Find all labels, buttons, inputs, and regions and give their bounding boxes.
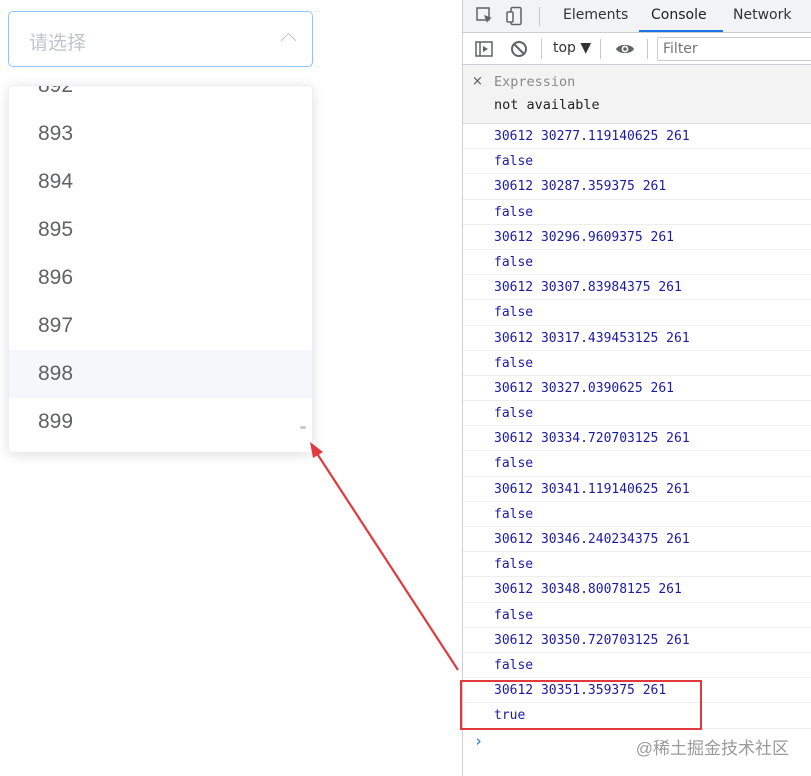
- chevron-up-icon: [280, 32, 297, 49]
- highlight-box: [460, 680, 702, 730]
- select-placeholder: 请选择: [29, 32, 87, 54]
- toolbar-divider: [600, 39, 601, 59]
- console-messages: 30612 30277.119140625 261 false 30612 30…: [463, 124, 811, 729]
- tab-console[interactable]: Console: [651, 7, 707, 23]
- sidebar-toggle-icon[interactable]: [474, 39, 494, 59]
- select-input[interactable]: 请选择: [8, 11, 313, 67]
- close-icon[interactable]: ×: [472, 74, 483, 89]
- dropdown-option-hovered[interactable]: 898: [9, 350, 312, 398]
- dropdown-option[interactable]: 896: [9, 254, 312, 302]
- scrollbar-thumb[interactable]: [300, 426, 306, 429]
- console-message: false: [463, 552, 811, 578]
- console-message: false: [463, 451, 811, 477]
- console-message: false: [463, 149, 811, 175]
- dropdown-option[interactable]: 894: [9, 158, 312, 206]
- devtools-tabbar: Elements Console Network: [463, 0, 811, 33]
- console-message: 30612 30307.83984375 261: [463, 275, 811, 301]
- devtools-panel: Elements Console Network top ▼ Filter × …: [462, 0, 811, 776]
- console-message: false: [463, 603, 811, 628]
- dropdown-option-list: 892 893 894 895 896 897 898 899: [9, 86, 312, 446]
- expression-label[interactable]: Expression: [494, 74, 575, 90]
- context-selector[interactable]: top ▼: [553, 40, 591, 56]
- console-message: false: [463, 653, 811, 679]
- live-expression: × Expression not available: [463, 65, 811, 124]
- console-message: 30612 30287.359375 261: [463, 174, 811, 200]
- console-message: 30612 30346.240234375 261: [463, 527, 811, 553]
- select-dropdown[interactable]: 892 893 894 895 896 897 898 899: [8, 85, 313, 453]
- console-message: 30612 30350.720703125 261: [463, 628, 811, 653]
- console-toolbar: top ▼ Filter: [463, 33, 811, 65]
- console-message: false: [463, 502, 811, 527]
- console-prompt[interactable]: ›: [474, 732, 483, 750]
- console-message: 30612 30348.80078125 261: [463, 577, 811, 603]
- console-message: 30612 30296.9609375 261: [463, 225, 811, 250]
- expression-value: not available: [494, 97, 600, 113]
- console-message: 30612 30277.119140625 261: [463, 124, 811, 150]
- dropdown-option[interactable]: 892: [9, 86, 312, 110]
- tabbar-divider: [539, 7, 540, 26]
- console-message: 30612 30341.119140625 261: [463, 477, 811, 502]
- device-toolbar-icon[interactable]: [505, 6, 525, 26]
- dropdown-option[interactable]: 895: [9, 206, 312, 254]
- console-message: 30612 30327.0390625 261: [463, 376, 811, 402]
- active-tab-indicator: [639, 30, 723, 32]
- console-message: false: [463, 250, 811, 276]
- toolbar-divider: [541, 39, 542, 59]
- console-message: 30612 30317.439453125 261: [463, 326, 811, 351]
- watermark: @稀土掘金技术社区: [635, 739, 789, 758]
- console-message: false: [463, 300, 811, 326]
- filter-input[interactable]: Filter: [657, 37, 811, 61]
- console-message: false: [463, 401, 811, 427]
- console-message: false: [463, 351, 811, 376]
- clear-console-icon[interactable]: [509, 39, 529, 59]
- tab-network[interactable]: Network: [733, 7, 791, 23]
- eye-icon[interactable]: [615, 39, 635, 59]
- dropdown-option[interactable]: 893: [9, 110, 312, 158]
- dropdown-option[interactable]: 899: [9, 398, 312, 446]
- dropdown-option[interactable]: 897: [9, 302, 312, 350]
- console-message: 30612 30334.720703125 261: [463, 426, 811, 452]
- toolbar-divider: [647, 39, 648, 59]
- inspect-element-icon[interactable]: [475, 6, 495, 26]
- console-message: false: [463, 200, 811, 225]
- tab-elements[interactable]: Elements: [563, 7, 628, 23]
